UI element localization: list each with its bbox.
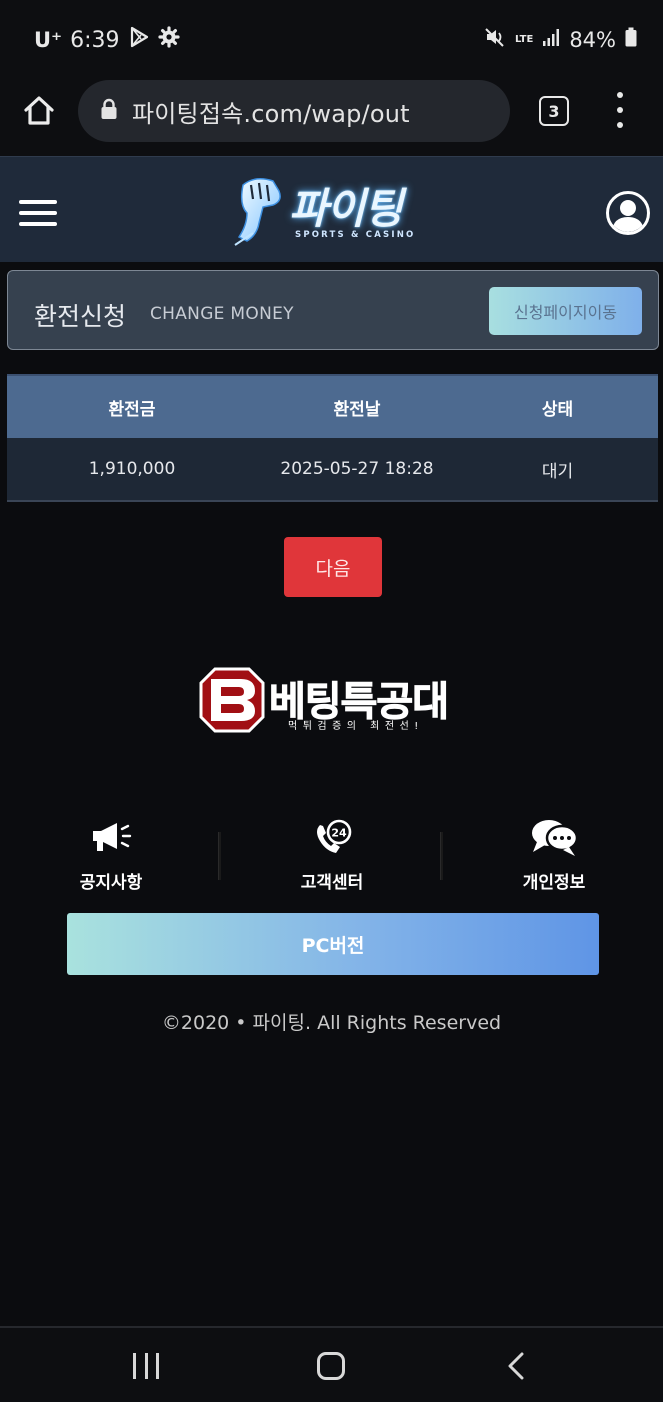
tab-switcher-button[interactable]: 3 <box>539 96 569 126</box>
copyright-text: ©2020 • 파이팅. All Rights Reserved <box>161 1012 502 1034</box>
table-header: 환전금 환전날 상태 <box>7 374 658 438</box>
mute-icon <box>484 26 506 53</box>
next-button[interactable]: 다음 <box>284 537 382 597</box>
battery-level: 84% <box>569 27 616 52</box>
fist-logo-icon <box>234 178 281 246</box>
system-nav-bar <box>0 1326 663 1402</box>
footer-divider <box>218 832 221 880</box>
chat-bubbles-icon <box>494 812 614 862</box>
table-row: 1,910,000 2025-05-27 18:28 대기 <box>7 438 658 502</box>
exchange-table: 환전금 환전날 상태 1,910,000 2025-05-27 18:28 대기 <box>7 374 658 502</box>
browser-menu-icon[interactable] <box>610 92 630 128</box>
phone-24-icon: 24 <box>272 812 392 862</box>
watermark-tagline: 먹튀검증의 최전선! <box>288 721 424 732</box>
footer-links: 공지사항 24 고객센터 개인정보 <box>0 812 663 902</box>
go-to-apply-page-button[interactable]: 신청페이지이동 <box>489 287 642 335</box>
megaphone-icon <box>51 812 171 862</box>
change-money-panel: 환전신청 CHANGE MONEY 신청페이지이동 <box>7 270 659 350</box>
cell-date: 2025-05-27 18:28 <box>280 459 434 479</box>
column-header-amount: 환전금 <box>108 399 156 420</box>
watermark-logo: 베팅특공대 먹튀검증의 최전선! <box>199 667 469 737</box>
svg-text:24: 24 <box>331 827 347 840</box>
play-store-icon <box>128 26 150 54</box>
url-text: 파이팅접속.com/wap/out <box>132 99 410 128</box>
status-right: LTE 84% <box>484 26 637 53</box>
footer-notice-label: 공지사항 <box>79 873 143 893</box>
footer-privacy-label: 개인정보 <box>522 873 586 893</box>
recent-apps-icon[interactable] <box>133 1353 159 1379</box>
footer-notice[interactable]: 공지사항 <box>51 812 171 893</box>
column-header-status: 상태 <box>541 399 574 420</box>
settings-gear-icon <box>157 26 180 54</box>
clock: 6:39 <box>70 27 120 53</box>
panel-title: 환전신청 <box>34 302 127 331</box>
site-header: 파이팅 SPORTS & CASINO <box>0 156 663 262</box>
carrier-label: U⁺ <box>34 28 63 52</box>
footer-support[interactable]: 24 고객센터 <box>272 812 392 893</box>
battery-icon <box>625 27 637 52</box>
browser-home-icon[interactable] <box>22 94 56 128</box>
status-bar: U⁺ 6:39 LTE 84% <box>0 0 663 78</box>
address-bar[interactable]: 파이팅접속.com/wap/out <box>78 80 510 142</box>
hamburger-menu-icon[interactable] <box>19 200 57 226</box>
user-profile-icon[interactable] <box>606 191 650 235</box>
nav-home-icon[interactable] <box>317 1352 345 1380</box>
screen: U⁺ 6:39 LTE 84% 파이팅접속.com/wap/out 3 파이팅 … <box>0 0 663 1402</box>
status-left: U⁺ 6:39 <box>34 26 180 54</box>
logo-wordmark: 파이팅 <box>289 184 403 233</box>
panel-subtitle: CHANGE MONEY <box>150 304 294 324</box>
lock-icon <box>100 98 118 124</box>
footer-privacy[interactable]: 개인정보 <box>494 812 614 893</box>
signal-icon <box>542 27 560 52</box>
watermark-badge-icon <box>199 667 265 733</box>
logo-tagline: SPORTS & CASINO <box>295 230 416 240</box>
site-logo[interactable]: 파이팅 SPORTS & CASINO <box>233 175 433 247</box>
footer-support-label: 고객센터 <box>300 873 364 893</box>
nav-back-icon[interactable] <box>506 1352 526 1380</box>
cell-status: 대기 <box>541 461 574 482</box>
browser-toolbar: 파이팅접속.com/wap/out 3 <box>0 78 663 156</box>
network-type: LTE <box>514 33 534 45</box>
cell-amount: 1,910,000 <box>88 459 176 479</box>
footer-divider <box>440 832 443 880</box>
column-header-date: 환전날 <box>333 399 381 420</box>
pc-version-button[interactable]: PC버전 <box>67 913 599 975</box>
